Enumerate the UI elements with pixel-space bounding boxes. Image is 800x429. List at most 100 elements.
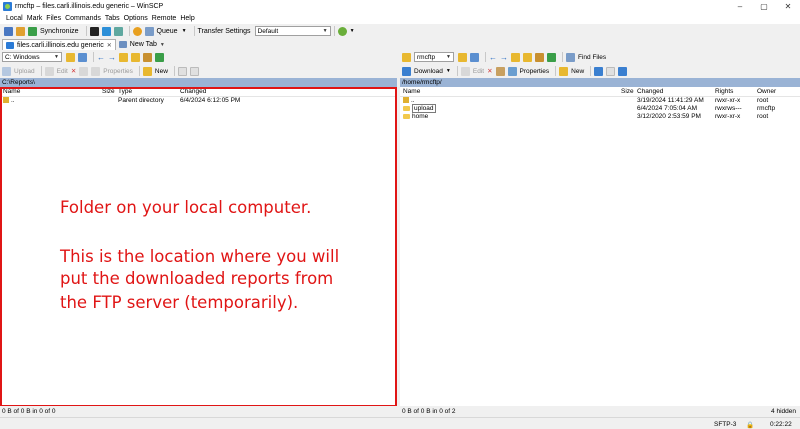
menu-tabs[interactable]: Tabs [105,15,120,22]
properties-button[interactable]: Properties [520,68,550,75]
minimize-button[interactable]: – [728,0,752,13]
close-icon[interactable]: ✕ [107,42,112,49]
delete-icon[interactable]: ✕ [71,67,76,75]
remote-row-name[interactable]: .. [403,97,415,104]
find-files-button[interactable]: Find Files [578,54,606,61]
filter-icon[interactable] [470,52,479,62]
open-folder-icon[interactable] [458,52,467,62]
commands-icon[interactable] [113,26,123,36]
local-row[interactable]: .. Parent directory 6/4/2024 6:12:05 PM [0,97,398,105]
queue-button[interactable]: Queue [157,28,178,35]
local-col-size[interactable]: Size [102,88,115,95]
new-session-icon[interactable] [4,26,13,36]
remote-row-name[interactable]: upload [403,104,436,113]
new-button[interactable]: New [571,68,584,75]
tab-new[interactable]: New Tab ▼ [116,39,168,50]
chevron-down-icon[interactable]: ▼ [446,68,451,74]
local-col-name[interactable]: Name [3,88,20,95]
remote-col-changed[interactable]: Changed [637,88,663,95]
back-arrow-icon[interactable]: ← [489,53,497,62]
synchronize-icon[interactable] [28,26,37,36]
root-folder-icon[interactable] [523,52,532,62]
menu-bar: Local Mark Files Commands Tabs Options R… [0,13,800,24]
menu-commands[interactable]: Commands [65,15,101,22]
putty-icon[interactable] [101,26,111,36]
remote-col-size[interactable]: Size [621,88,634,95]
home-icon[interactable] [143,52,152,62]
remote-row-name[interactable]: home [403,113,428,120]
tab-session[interactable]: files.carli.illinois.edu generic ✕ [2,39,116,50]
rename-icon[interactable] [79,66,89,76]
unselect-all-icon[interactable] [189,66,199,76]
chevron-down-icon[interactable]: ▼ [160,42,165,48]
new-button[interactable]: New [155,68,168,75]
preferences-gear-icon[interactable] [132,26,142,36]
transfer-preset-value: Default [257,27,279,35]
local-drive-select[interactable]: C: Windows ▼ [2,52,62,62]
remote-col-owner[interactable]: Owner [757,88,776,95]
remote-row[interactable]: home 3/12/2020 2:53:59 PM rwxr-xr-x root [400,113,800,121]
menu-local[interactable]: Local [6,15,23,22]
select-all-icon[interactable] [594,66,604,76]
local-column-header: Name Size Type Changed [0,87,398,97]
remote-row-changed: 3/19/2024 11:41:29 AM [637,97,704,104]
remote-location-value: rmcftp [417,53,436,61]
select-files-icon[interactable] [618,66,628,76]
remote-row[interactable]: upload 6/4/2024 7:05:04 AM rwxrws--- rmc… [400,104,800,113]
root-folder-icon[interactable] [131,52,140,62]
forward-arrow-icon[interactable]: → [500,53,508,62]
delete-icon[interactable]: ✕ [487,67,492,75]
folder-icon [403,113,410,119]
download-button[interactable]: Download [414,68,443,75]
remote-file-toolbar: Download ▼ Edit ✕ Properties New [400,64,800,78]
local-row-name[interactable]: .. [3,97,15,104]
local-col-changed[interactable]: Changed [180,88,206,95]
unselect-all-icon[interactable] [606,66,616,76]
chevron-down-icon[interactable]: ▼ [182,28,187,34]
remote-location-select[interactable]: rmcftp ▼ [414,52,454,62]
remote-col-name[interactable]: Name [403,88,420,95]
upload-button[interactable]: Upload [14,68,35,75]
synchronize-button[interactable]: Synchronize [40,28,79,35]
synchronize-browse-icon[interactable] [16,26,25,36]
remote-status: 0 B of 0 B in 0 of 2 [402,408,456,415]
back-arrow-icon[interactable]: ← [97,53,105,62]
menu-remote[interactable]: Remote [152,15,177,22]
console-icon[interactable] [89,26,99,36]
edit-button[interactable]: Edit [57,68,68,75]
title-bar: rmcftp – files.carli.illinois.edu generi… [0,0,800,13]
menu-options[interactable]: Options [124,15,148,22]
open-folder-icon[interactable] [66,52,75,62]
select-all-icon[interactable] [177,66,187,76]
rename-icon[interactable] [495,66,505,76]
forward-arrow-icon[interactable]: → [108,53,116,62]
properties-icon [507,66,517,76]
annotation-line-3: put the downloaded reports from [60,269,334,288]
remote-col-rights[interactable]: Rights [715,88,733,95]
parent-directory-icon [3,97,9,104]
edit-button[interactable]: Edit [473,68,484,75]
menu-help[interactable]: Help [180,15,194,22]
global-icon[interactable] [337,26,347,36]
close-button[interactable]: ✕ [776,0,800,13]
parent-folder-icon[interactable] [119,52,128,62]
hidden-files-count[interactable]: 4 hidden [771,408,796,415]
parent-folder-icon[interactable] [511,52,520,62]
remote-row[interactable]: .. 3/19/2024 11:41:29 AM rwxr-xr-x root [400,97,800,105]
window-controls: – ▢ ✕ [728,0,800,13]
remote-row-name-text: upload [412,104,436,113]
properties-button[interactable]: Properties [103,68,133,75]
refresh-icon[interactable] [155,52,164,62]
menu-mark[interactable]: Mark [27,15,43,22]
home-icon[interactable] [535,52,544,62]
winscp-logo-icon [3,2,12,11]
transfer-preset-select[interactable]: Default ▼ [254,26,331,36]
chevron-down-icon[interactable]: ▼ [350,28,355,34]
annotation-line-1: Folder on your local computer. [60,198,312,217]
menu-files[interactable]: Files [46,15,61,22]
filter-icon[interactable] [78,52,87,62]
maximize-button[interactable]: ▢ [752,0,776,13]
local-panel: C: Windows ▼ ← → Upload Edit ✕ Propertie… [0,50,398,406]
refresh-icon[interactable] [547,52,556,62]
local-col-type[interactable]: Type [118,88,132,95]
